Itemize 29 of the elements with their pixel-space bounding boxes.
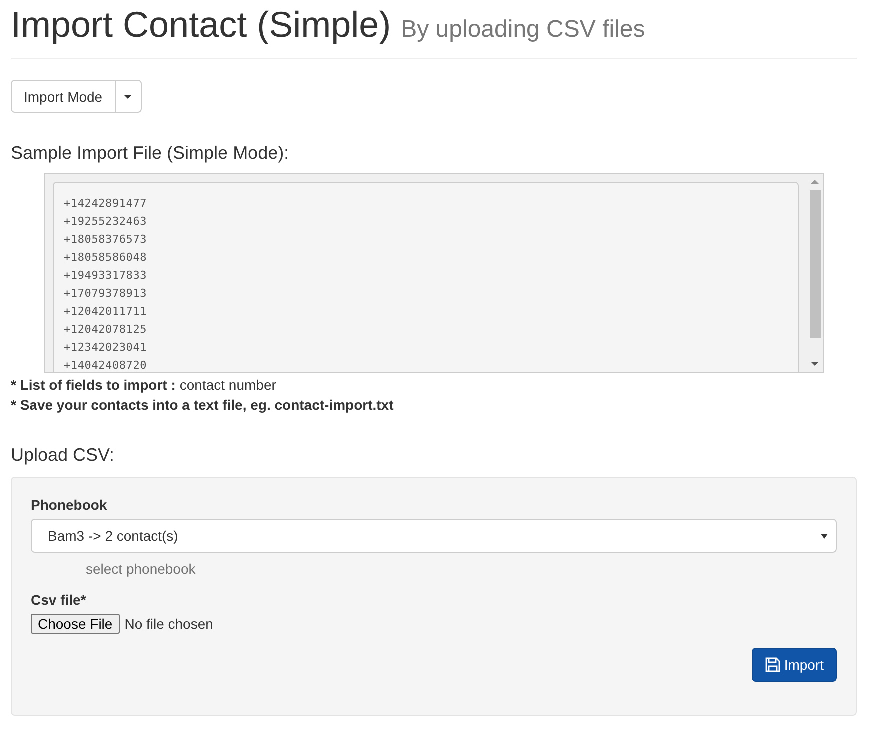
section-heading: Sample Import File (Simple Mode):	[11, 143, 290, 164]
help-text: select phonebook	[86, 561, 197, 577]
import-mode-button[interactable]: Import Mode	[11, 80, 116, 113]
caret-icon	[124, 94, 132, 98]
sample-line: +14042408720	[64, 358, 148, 372]
sample-line: +18058586048	[64, 250, 148, 266]
choose-file-button[interactable]: Choose File	[31, 614, 120, 634]
sample-line: +19255232463	[64, 214, 148, 230]
save-icon	[765, 657, 782, 673]
sample-line: +18058376573	[64, 232, 148, 248]
import-button[interactable]: Import	[752, 648, 837, 682]
field-label: Phonebook	[31, 497, 108, 513]
sample-line: +17079378913	[64, 286, 148, 302]
section-heading: Upload CSV:	[11, 445, 116, 466]
sample-line: +19493317833	[64, 268, 148, 284]
sample-line: +12342023041	[64, 340, 148, 356]
note-value: contact number	[180, 376, 276, 395]
note-text: * List of fields to import :	[11, 376, 176, 395]
sample-line: +12042011711	[64, 304, 148, 320]
sample-line: +14242891477	[64, 196, 148, 212]
caret-icon	[821, 534, 828, 538]
page-subtitle: By uploading CSV files	[401, 16, 646, 44]
page-title: Import Contact (Simple)	[11, 4, 392, 46]
file-status: No file chosen	[124, 616, 214, 632]
phonebook-select[interactable]: Bam3 -> 2 contact(s)	[31, 519, 837, 553]
sample-line: +12042078125	[64, 322, 148, 338]
dropdown-toggle-button[interactable]	[116, 80, 142, 113]
note-text: * Save your contacts into a text file, eg. contact-import.txt	[11, 396, 394, 415]
field-label: Csv file*	[31, 592, 88, 608]
